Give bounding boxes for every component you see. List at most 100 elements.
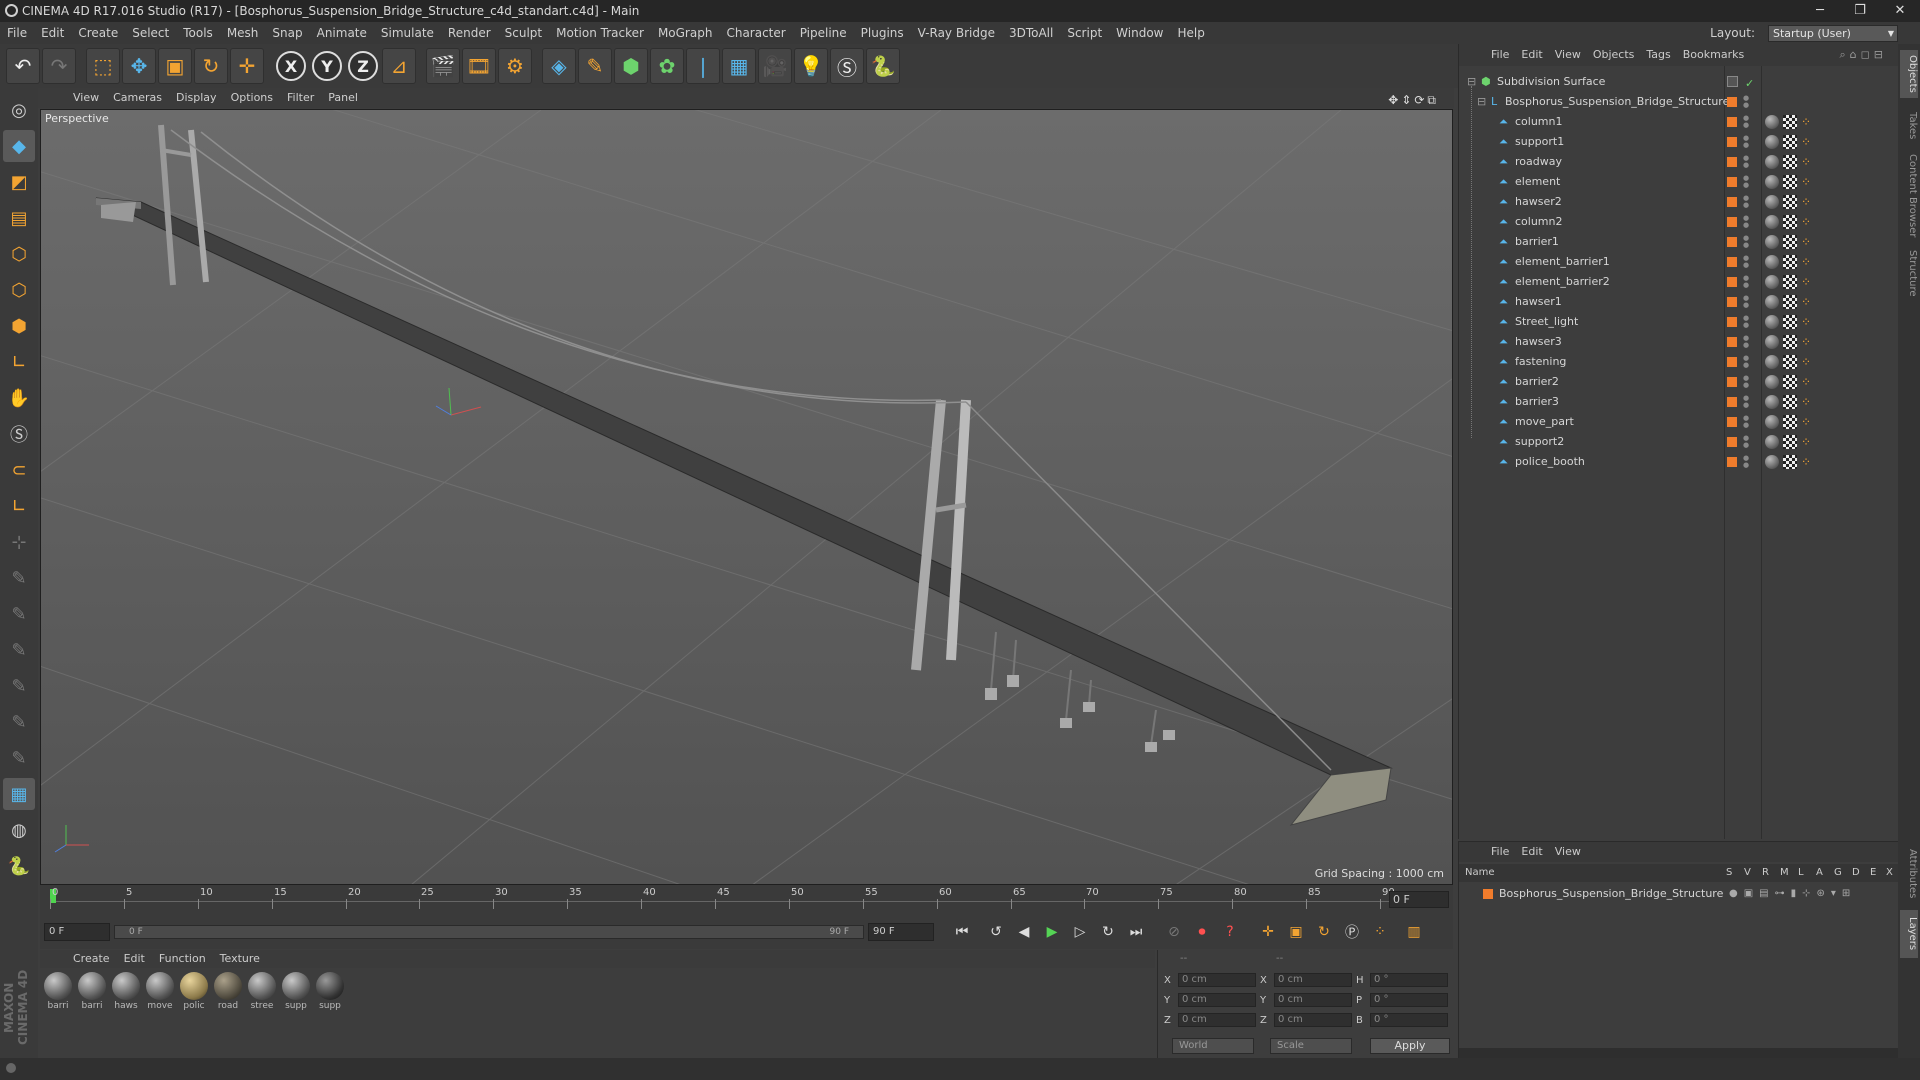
previous-key-icon[interactable]: ↺ xyxy=(984,920,1008,944)
layer-color-swatch[interactable] xyxy=(1483,889,1493,899)
objects-menu-file[interactable]: File xyxy=(1485,48,1515,61)
object-row[interactable]: ⏶ support1 ● ● ⁘ xyxy=(1459,132,1899,152)
end-frame-field[interactable]: 90 F xyxy=(868,923,934,941)
menu-vray-bridge[interactable]: V-Ray Bridge xyxy=(911,22,1002,44)
object-row[interactable]: ⏶ hawser1 ● ● ⁘ xyxy=(1459,292,1899,312)
preview-range-slider[interactable]: 0 F 90 F xyxy=(114,925,864,939)
go-to-end-icon[interactable]: ⏭ xyxy=(1124,920,1148,944)
tab-objects[interactable]: Objects xyxy=(1900,50,1918,98)
light-icon[interactable]: 💡 xyxy=(794,48,828,84)
menu-help[interactable]: Help xyxy=(1170,22,1211,44)
phong-tag-icon[interactable]: ⁘ xyxy=(1801,435,1815,449)
texture-tag-icon[interactable] xyxy=(1783,295,1797,309)
menu-select[interactable]: Select xyxy=(125,22,176,44)
object-row[interactable]: ⏶ element_barrier1 ● ● ⁘ xyxy=(1459,252,1899,272)
make-editable-icon[interactable]: ◎ xyxy=(3,94,35,126)
texture-tag-icon[interactable] xyxy=(1783,435,1797,449)
rotation-h-field[interactable]: 0 ° xyxy=(1370,973,1448,987)
material-tag-icon[interactable] xyxy=(1765,435,1779,449)
phong-tag-icon[interactable]: ⁘ xyxy=(1801,455,1815,469)
material-tag-icon[interactable] xyxy=(1765,215,1779,229)
material-swatch[interactable]: barri xyxy=(78,972,106,1058)
material-menu-edit[interactable]: Edit xyxy=(117,952,152,965)
visibility-dots-icon[interactable]: ● ● xyxy=(1743,375,1749,389)
material-swatch[interactable]: move xyxy=(146,972,174,1058)
layer-row[interactable]: Bosphorus_Suspension_Bridge_Structure ●▣… xyxy=(1459,884,1899,904)
material-tag-icon[interactable] xyxy=(1765,115,1779,129)
render-settings-icon[interactable]: ⚙ xyxy=(498,48,532,84)
texture-tag-icon[interactable] xyxy=(1783,415,1797,429)
live-selection-icon[interactable]: ⬚ xyxy=(86,48,120,84)
visibility-dots-icon[interactable]: ● ● xyxy=(1743,175,1749,189)
texture-tag-icon[interactable] xyxy=(1783,195,1797,209)
z-axis-button[interactable]: Z xyxy=(346,48,380,84)
menu-mesh[interactable]: Mesh xyxy=(220,22,266,44)
move-tool-icon[interactable]: ✥ xyxy=(122,48,156,84)
layer-color-swatch[interactable] xyxy=(1727,117,1737,127)
phong-tag-icon[interactable]: ⁘ xyxy=(1801,315,1815,329)
phong-tag-icon[interactable]: ⁘ xyxy=(1801,115,1815,129)
layer-color-swatch[interactable] xyxy=(1727,277,1737,287)
visibility-dots-icon[interactable]: ● ● xyxy=(1743,135,1749,149)
record-keys-icon[interactable]: ⊘ xyxy=(1162,920,1186,944)
view-column-header[interactable]: V xyxy=(1744,864,1751,882)
visibility-dots-icon[interactable]: ● ● xyxy=(1743,295,1749,309)
menu-edit[interactable]: Edit xyxy=(34,22,71,44)
material-swatch[interactable]: supp xyxy=(316,972,344,1058)
next-frame-icon[interactable]: ▷ xyxy=(1068,920,1092,944)
visibility-dots-icon[interactable]: ● ● xyxy=(1743,215,1749,229)
paint-tool-icon[interactable]: ✎ xyxy=(3,670,35,702)
timeline-ruler[interactable]: 051015202530354045505560657075808590 0 F xyxy=(40,885,1453,915)
locked-column-header[interactable]: L xyxy=(1798,864,1804,882)
menu-snap[interactable]: Snap xyxy=(265,22,309,44)
phong-tag-icon[interactable]: ⁘ xyxy=(1801,415,1815,429)
layer-color-swatch[interactable] xyxy=(1727,217,1737,227)
viewport-menu-panel[interactable]: Panel xyxy=(321,91,365,104)
coordinate-space-dropdown[interactable]: World xyxy=(1172,1038,1254,1054)
object-row[interactable]: ⏶ hawser3 ● ● ⁘ xyxy=(1459,332,1899,352)
joint-tool-icon[interactable]: ✎ xyxy=(3,742,35,774)
material-swatch[interactable]: barri xyxy=(44,972,72,1058)
object-row[interactable]: ⏶ barrier2 ● ● ⁘ xyxy=(1459,372,1899,392)
texture-tag-icon[interactable] xyxy=(1783,235,1797,249)
texture-tag-icon[interactable] xyxy=(1783,255,1797,269)
layer-color-swatch[interactable] xyxy=(1727,137,1737,147)
key-scale-icon[interactable]: ▣ xyxy=(1284,920,1308,944)
collapse-icon[interactable]: ⊟ xyxy=(1467,76,1478,87)
menu-plugins[interactable]: Plugins xyxy=(854,22,911,44)
subdivision-surface-icon[interactable]: ⬢ xyxy=(614,48,648,84)
deformers-column-header[interactable]: D xyxy=(1852,864,1860,882)
viewport-menu-cameras[interactable]: Cameras xyxy=(106,91,169,104)
grid-icon[interactable]: ▦ xyxy=(3,778,35,810)
visibility-dots-icon[interactable]: ● ● xyxy=(1743,335,1749,349)
horizontal-scrollbar[interactable] xyxy=(1459,1048,1899,1058)
texture-tag-icon[interactable] xyxy=(1783,135,1797,149)
render-column-header[interactable]: R xyxy=(1762,864,1769,882)
object-row[interactable]: ⏶ element ● ● ⁘ xyxy=(1459,172,1899,192)
visibility-dots-icon[interactable]: ● ● xyxy=(1743,95,1749,109)
next-key-icon[interactable]: ↻ xyxy=(1096,920,1120,944)
viewport-menu-filter[interactable]: Filter xyxy=(280,91,321,104)
play-icon[interactable]: ▶ xyxy=(1040,920,1064,944)
texture-tag-icon[interactable] xyxy=(1783,275,1797,289)
search-home-icons[interactable]: ⌕⌂◻⊟ xyxy=(1834,44,1894,66)
tab-layers[interactable]: Layers xyxy=(1900,910,1918,958)
layer-color-swatch[interactable] xyxy=(1727,337,1737,347)
visibility-dots-icon[interactable]: ● ● xyxy=(1743,235,1749,249)
menu-mograph[interactable]: MoGraph xyxy=(651,22,720,44)
objects-menu-tags[interactable]: Tags xyxy=(1640,48,1676,61)
rotate-tool-icon[interactable]: ↻ xyxy=(194,48,228,84)
phong-tag-icon[interactable]: ⁘ xyxy=(1801,355,1815,369)
visibility-dots-icon[interactable]: ● ● xyxy=(1743,455,1749,469)
layer-color-swatch[interactable] xyxy=(1727,257,1737,267)
render-view-icon[interactable]: 🎬 xyxy=(426,48,460,84)
frame-ruler[interactable]: 051015202530354045505560657075808590 xyxy=(50,887,1395,913)
pose-tool-icon[interactable]: ✎ xyxy=(3,562,35,594)
texture-tag-icon[interactable] xyxy=(1783,455,1797,469)
sculpt-icon[interactable]: ◍ xyxy=(3,814,35,846)
size-z-field[interactable]: 0 cm xyxy=(1274,1013,1352,1027)
visibility-dots-icon[interactable]: ● ● xyxy=(1743,195,1749,209)
layer-color-swatch[interactable] xyxy=(1727,377,1737,387)
phong-tag-icon[interactable]: ⁘ xyxy=(1801,215,1815,229)
collapse-icon[interactable]: ⊟ xyxy=(1477,96,1488,107)
